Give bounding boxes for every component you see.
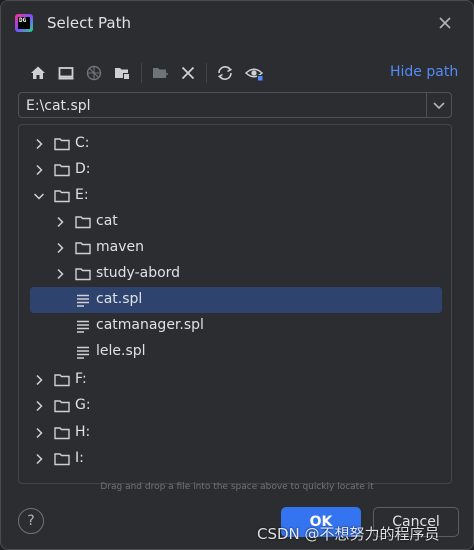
path-input[interactable]	[26, 97, 421, 115]
hide-path-link[interactable]: Hide path	[390, 64, 458, 80]
tree-item-label: lele.spl	[96, 343, 146, 359]
tree-item-d-drive[interactable]: D:	[19, 157, 451, 183]
tree-item-label: H:	[75, 424, 91, 440]
title-bar: DG Select Path	[1, 1, 473, 45]
folder-icon	[53, 135, 71, 153]
tree-item-maven-folder[interactable]: maven	[19, 235, 451, 261]
tree-item-g-drive[interactable]: G:	[19, 393, 451, 419]
file-tree[interactable]: C: D: E: cat maven study-abord cat.spl c…	[18, 124, 452, 484]
app-logo-icon: DG	[15, 14, 33, 32]
select-path-dialog: DG Select Path Hide path E:\cat.spl C: D…	[0, 0, 474, 550]
path-field	[18, 92, 452, 118]
dialog-title: Select Path	[47, 14, 131, 32]
text-file-icon	[74, 317, 92, 335]
chevron-right-icon[interactable]	[52, 240, 68, 256]
app-logo-text: DG	[18, 17, 30, 29]
project-icon[interactable]	[83, 62, 105, 84]
chevron-right-icon[interactable]	[31, 162, 47, 178]
tree-item-label: E:	[75, 187, 89, 203]
tree-item-label: C:	[75, 135, 90, 151]
tree-item-c-drive[interactable]: C:	[19, 131, 451, 157]
tree-item-label: cat.spl	[96, 291, 143, 307]
folder-icon	[53, 450, 71, 468]
desktop-icon[interactable]	[55, 62, 77, 84]
chevron-right-icon[interactable]	[52, 266, 68, 282]
tree-item-label: study-abord	[96, 265, 181, 281]
path-history-dropdown[interactable]	[426, 93, 451, 117]
tree-item-label: cat	[96, 213, 118, 229]
text-file-icon	[74, 343, 92, 361]
chevron-down-icon[interactable]	[31, 188, 47, 204]
module-folder-icon[interactable]	[111, 62, 133, 84]
tree-item-label: F:	[75, 371, 87, 387]
tree-item-label: D:	[75, 161, 91, 177]
chevron-right-icon[interactable]	[31, 398, 47, 414]
toolbar-separator	[206, 63, 207, 83]
tree-item-h-drive[interactable]: H:	[19, 420, 451, 446]
text-file-icon	[74, 291, 92, 309]
tree-item-lele-spl[interactable]: lele.spl	[19, 339, 451, 365]
tree-item-label: maven	[96, 239, 144, 255]
chevron-right-icon[interactable]	[31, 451, 47, 467]
help-button[interactable]: ?	[18, 508, 44, 534]
tree-item-label: I:	[75, 450, 84, 466]
tree-item-f-drive[interactable]: F:	[19, 367, 451, 393]
tree-item-cat-spl-selected[interactable]: cat.spl	[30, 287, 442, 313]
show-hidden-icon[interactable]	[243, 62, 265, 84]
tree-item-study-abord-folder[interactable]: study-abord	[19, 261, 451, 287]
csdn-watermark: CSDN @不想努力的程序员	[257, 525, 440, 543]
drag-drop-hint: Drag and drop a file into the space abov…	[100, 482, 374, 492]
folder-icon	[53, 187, 71, 205]
tree-item-catmanager-spl[interactable]: catmanager.spl	[19, 313, 451, 339]
new-folder-icon[interactable]	[149, 62, 171, 84]
refresh-icon[interactable]	[214, 62, 236, 84]
tree-item-e-drive[interactable]: E:	[19, 183, 451, 209]
folder-icon	[53, 161, 71, 179]
chevron-right-icon[interactable]	[52, 214, 68, 230]
toolbar-separator	[141, 63, 142, 83]
tree-item-i-drive[interactable]: I:	[19, 446, 451, 472]
folder-icon	[74, 213, 92, 231]
chevron-down-icon	[433, 102, 445, 110]
tree-item-cat-folder[interactable]: cat	[19, 209, 451, 235]
folder-icon	[74, 239, 92, 257]
chevron-right-icon[interactable]	[31, 372, 47, 388]
home-icon[interactable]	[27, 62, 49, 84]
tree-item-label: G:	[75, 397, 91, 413]
folder-icon	[53, 371, 71, 389]
delete-icon[interactable]	[177, 62, 199, 84]
chevron-right-icon[interactable]	[31, 425, 47, 441]
folder-icon	[53, 424, 71, 442]
close-icon[interactable]	[435, 13, 455, 33]
folder-icon	[53, 397, 71, 415]
folder-icon	[74, 265, 92, 283]
chevron-right-icon[interactable]	[31, 136, 47, 152]
tree-item-label: catmanager.spl	[96, 317, 204, 333]
